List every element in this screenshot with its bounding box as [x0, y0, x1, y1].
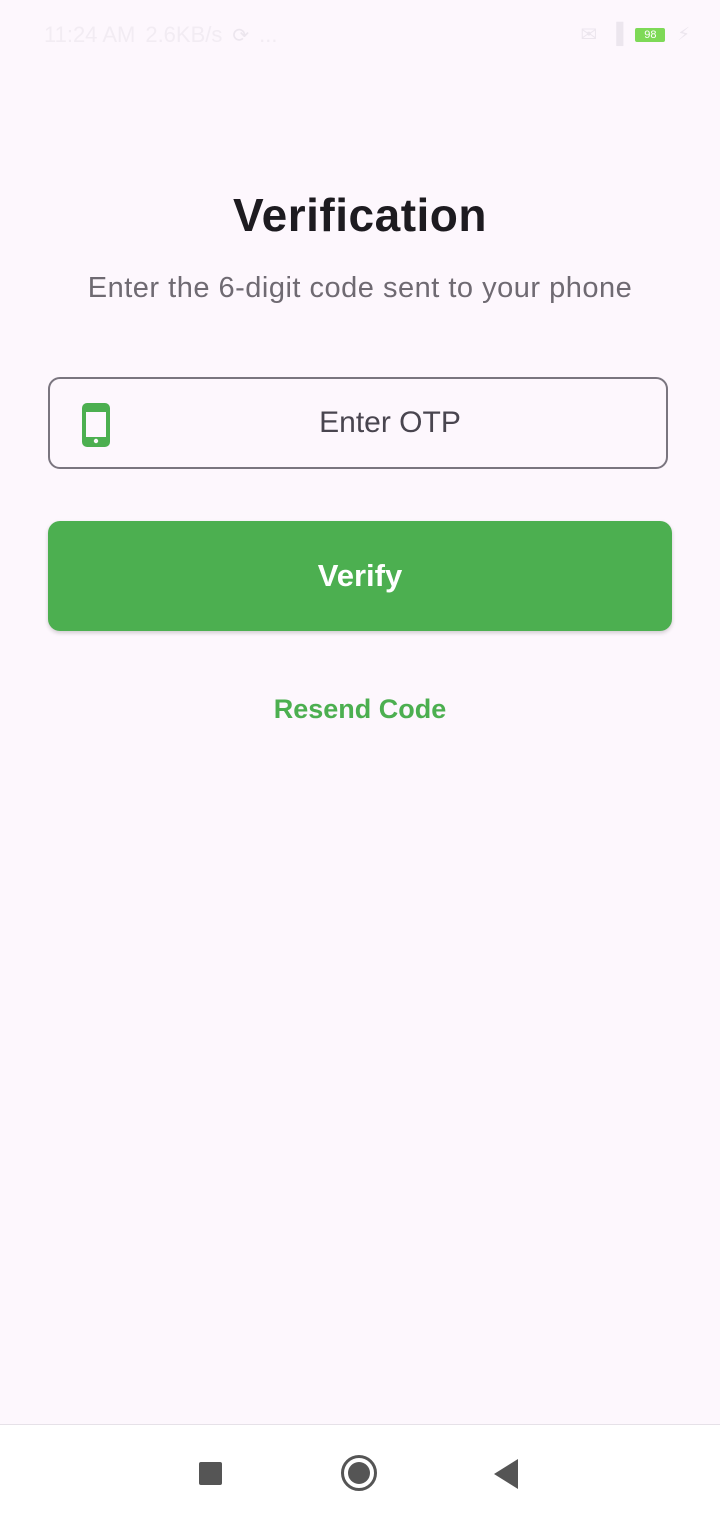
message-icon: ✉	[580, 24, 598, 46]
status-bar: 11:24 AM 2.6KB/s ⟳ ... ✉ ▐ 98 ⚡	[0, 0, 720, 70]
signal-icon: ▐	[609, 23, 624, 45]
page-title: Verification	[233, 189, 487, 241]
resend-code-link[interactable]: Resend Code	[0, 694, 720, 725]
back-icon[interactable]	[494, 1459, 518, 1489]
page-subtitle: Enter the 6-digit code sent to your phon…	[87, 272, 633, 304]
battery-icon: 98	[635, 27, 666, 42]
otp-input[interactable]	[130, 379, 650, 467]
otp-field[interactable]	[48, 377, 668, 469]
charging-icon: ⚡	[677, 24, 690, 44]
network-speed: 2.6KB/s	[145, 22, 223, 47]
navigation-bar	[0, 1424, 720, 1521]
verify-button[interactable]: Verify	[48, 521, 672, 631]
status-time: 11:24 AM	[44, 22, 136, 47]
status-dots: ...	[259, 22, 278, 47]
phone-icon	[82, 403, 110, 447]
sync-icon: ⟳	[232, 24, 250, 47]
home-icon-inner	[348, 1462, 370, 1484]
status-left: 11:24 AM 2.6KB/s ⟳ ...	[44, 22, 277, 48]
home-icon[interactable]	[341, 1455, 377, 1491]
recents-icon[interactable]	[199, 1462, 222, 1485]
battery-level: 98	[644, 28, 657, 41]
status-right: ✉ ▐ 98 ⚡	[580, 22, 690, 47]
